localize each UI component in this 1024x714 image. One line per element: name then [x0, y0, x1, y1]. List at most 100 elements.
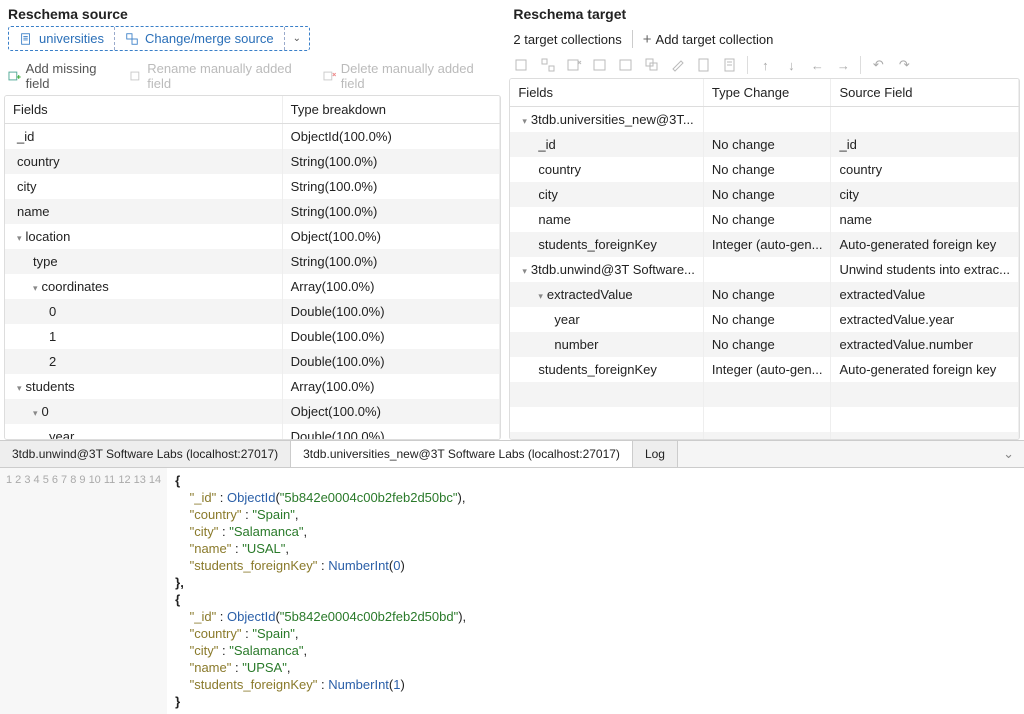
field-cell[interactable]: 2 [5, 349, 282, 374]
source-field-cell: Auto-generated foreign key [831, 232, 1019, 257]
arrow-left-icon[interactable]: ← [808, 56, 826, 74]
table-row[interactable]: coordinatesArray(100.0%) [5, 274, 500, 299]
redo-icon[interactable]: ↷ [895, 56, 913, 74]
field-cell[interactable]: 3tdb.universities_new@3T... [510, 107, 703, 133]
chevron-down-icon: ⌄ [293, 33, 301, 44]
code-body[interactable]: { "_id" : ObjectId("5b842e0004c00b2feb2d… [167, 468, 474, 714]
field-cell[interactable]: location [5, 224, 282, 249]
source-dropdown[interactable]: ⌄ [285, 27, 309, 50]
col-src-field[interactable]: Source Field [831, 79, 1019, 107]
field-cell[interactable]: type [5, 249, 282, 274]
table-row[interactable]: yearNo changeextractedValue.year [510, 307, 1018, 332]
field-cell[interactable]: _id [5, 124, 282, 150]
table-row[interactable]: 3tdb.universities_new@3T... [510, 107, 1018, 133]
table-row[interactable]: extractedValueNo changeextractedValue [510, 282, 1018, 307]
undo-icon[interactable]: ↶ [869, 56, 887, 74]
table-row[interactable]: 0Double(100.0%) [5, 299, 500, 324]
tool-icon-6[interactable] [643, 56, 661, 74]
type-cell: Array(100.0%) [282, 274, 500, 299]
field-cell[interactable]: city [5, 174, 282, 199]
type-change-cell: Integer (auto-gen... [703, 357, 831, 382]
field-cell[interactable]: number [510, 332, 703, 357]
field-cell[interactable]: year [5, 424, 282, 440]
table-row[interactable]: typeString(100.0%) [5, 249, 500, 274]
type-cell: Object(100.0%) [282, 399, 500, 424]
field-cell[interactable]: coordinates [5, 274, 282, 299]
tool-icon-5[interactable] [617, 56, 635, 74]
line-gutter: 1 2 3 4 5 6 7 8 9 10 11 12 13 14 [0, 468, 167, 714]
table-row[interactable]: nameNo changename [510, 207, 1018, 232]
arrow-up-icon[interactable]: ↑ [756, 56, 774, 74]
tool-icon-8[interactable] [695, 56, 713, 74]
table-row[interactable]: 2Double(100.0%) [5, 349, 500, 374]
table-row[interactable]: 0Object(100.0%) [5, 399, 500, 424]
code-preview[interactable]: 1 2 3 4 5 6 7 8 9 10 11 12 13 14 { "_id"… [0, 468, 1024, 714]
arrow-down-icon[interactable]: ↓ [782, 56, 800, 74]
add-target-button[interactable]: + Add target collection [643, 31, 774, 48]
field-cell[interactable]: name [5, 199, 282, 224]
table-row[interactable]: nameString(100.0%) [5, 199, 500, 224]
tool-icon-3[interactable] [565, 56, 583, 74]
type-change-cell: Integer (auto-gen... [703, 232, 831, 257]
field-cell[interactable]: extractedValue [510, 282, 703, 307]
table-row[interactable]: numberNo changeextractedValue.number [510, 332, 1018, 357]
field-cell[interactable]: _id [510, 132, 703, 157]
field-cell[interactable]: 0 [5, 399, 282, 424]
change-merge-button[interactable]: Change/merge source [115, 27, 285, 50]
field-cell[interactable]: country [5, 149, 282, 174]
field-cell[interactable]: 0 [5, 299, 282, 324]
arrow-right-icon[interactable]: → [834, 56, 852, 74]
table-row[interactable]: 3tdb.unwind@3T Software...Unwind student… [510, 257, 1018, 282]
table-row[interactable]: cityNo changecity [510, 182, 1018, 207]
source-grid[interactable]: Fields Type breakdown _idObjectId(100.0%… [4, 95, 501, 440]
col-type-change[interactable]: Type Change [703, 79, 831, 107]
add-missing-field-button[interactable]: Add missing field [8, 61, 122, 91]
table-row[interactable]: _idObjectId(100.0%) [5, 124, 500, 150]
tabs-chevron-down-icon[interactable]: ⌄ [993, 442, 1024, 466]
col-fields[interactable]: Fields [5, 96, 282, 124]
type-cell: Double(100.0%) [282, 424, 500, 440]
table-row[interactable]: locationObject(100.0%) [5, 224, 500, 249]
source-field-cell: extractedValue.year [831, 307, 1019, 332]
field-cell[interactable]: students_foreignKey [510, 232, 703, 257]
tool-icon-4[interactable] [591, 56, 609, 74]
tab-unwind[interactable]: 3tdb.unwind@3T Software Labs (localhost:… [0, 441, 291, 467]
source-field-cell: extractedValue.number [831, 332, 1019, 357]
merge-icon [125, 32, 139, 46]
type-change-cell: No change [703, 207, 831, 232]
field-cell[interactable]: year [510, 307, 703, 332]
table-row[interactable]: _idNo change_id [510, 132, 1018, 157]
table-row[interactable]: students_foreignKeyInteger (auto-gen...A… [510, 357, 1018, 382]
tool-icon-2[interactable] [539, 56, 557, 74]
tool-icon-1[interactable] [513, 56, 531, 74]
target-grid[interactable]: Fields Type Change Source Field 3tdb.uni… [509, 78, 1020, 440]
col-type[interactable]: Type breakdown [282, 96, 500, 124]
source-toolbar: universities Change/merge source ⌄ [8, 26, 310, 51]
field-cell[interactable]: students [5, 374, 282, 399]
collection-button[interactable]: universities [9, 27, 115, 50]
type-change-cell: No change [703, 157, 831, 182]
table-row[interactable]: studentsArray(100.0%) [5, 374, 500, 399]
rename-field-button: Rename manually added field [130, 61, 316, 91]
table-row[interactable]: cityString(100.0%) [5, 174, 500, 199]
table-row[interactable]: students_foreignKeyInteger (auto-gen...A… [510, 232, 1018, 257]
field-cell[interactable]: country [510, 157, 703, 182]
field-cell[interactable]: name [510, 207, 703, 232]
col-fields[interactable]: Fields [510, 79, 703, 107]
tab-universities-new[interactable]: 3tdb.universities_new@3T Software Labs (… [291, 441, 633, 467]
table-row[interactable]: countryNo changecountry [510, 157, 1018, 182]
field-cell[interactable]: students_foreignKey [510, 357, 703, 382]
field-cell[interactable]: city [510, 182, 703, 207]
field-cell[interactable]: 3tdb.unwind@3T Software... [510, 257, 703, 282]
field-cell[interactable]: 1 [5, 324, 282, 349]
tool-icon-7[interactable] [669, 56, 687, 74]
tool-icon-9[interactable] [721, 56, 739, 74]
table-row[interactable]: yearDouble(100.0%) [5, 424, 500, 440]
source-field-cell: country [831, 157, 1019, 182]
table-row[interactable]: 1Double(100.0%) [5, 324, 500, 349]
add-field-icon [8, 69, 22, 83]
table-row[interactable]: countryString(100.0%) [5, 149, 500, 174]
type-cell: ObjectId(100.0%) [282, 124, 500, 150]
tab-log[interactable]: Log [633, 441, 678, 467]
delete-field-button: Delete manually added field [323, 61, 497, 91]
